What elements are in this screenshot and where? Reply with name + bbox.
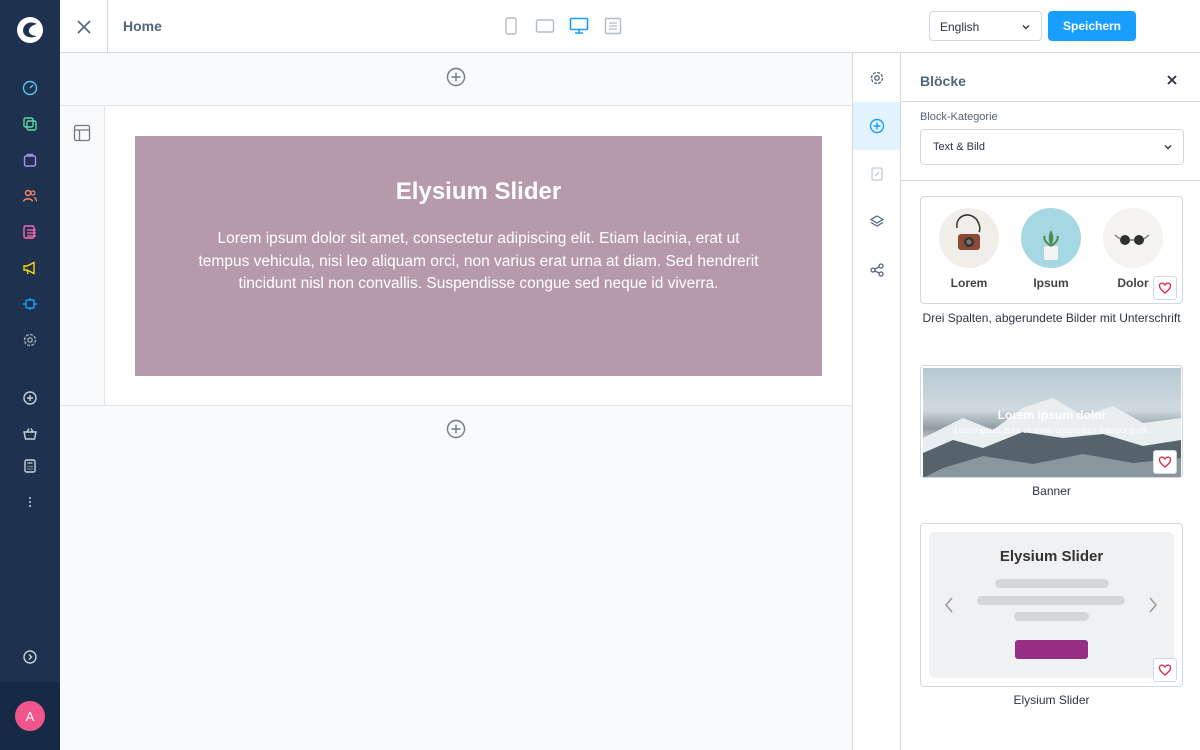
chevron-down-icon xyxy=(1164,145,1172,150)
text-placeholder xyxy=(977,596,1125,605)
divider xyxy=(901,101,1200,102)
sidebar-tabs xyxy=(852,53,901,750)
top-bar: Home English Speichern xyxy=(60,0,1200,53)
banner-text: Lorem ipsum dolor sit amet, consectetur … xyxy=(954,426,1150,435)
blocks-panel: Blöcke Block-Kategorie Text & Bild Lorem… xyxy=(901,53,1200,750)
heart-icon xyxy=(1158,456,1172,468)
shopware-logo-icon[interactable] xyxy=(15,15,45,45)
block-card-elysium-slider[interactable]: Elysium Slider xyxy=(920,523,1183,687)
editor-canvas: Elysium Slider Lorem ipsum dolor sit ame… xyxy=(60,53,852,750)
heart-icon xyxy=(1158,664,1172,676)
layers-icon xyxy=(869,215,884,227)
banner-title: Lorem ipsum dolor xyxy=(997,408,1107,422)
elysium-slider-block[interactable]: Elysium Slider Lorem ipsum dolor sit ame… xyxy=(135,136,822,376)
favorite-button[interactable] xyxy=(1153,450,1177,474)
close-icon xyxy=(76,19,91,34)
add-circle-icon xyxy=(869,118,884,134)
close-editor-button[interactable] xyxy=(60,0,108,53)
tab-page-config[interactable] xyxy=(853,150,900,198)
plant-image xyxy=(1021,208,1081,268)
settings-icon[interactable] xyxy=(18,328,42,352)
extensions-icon[interactable] xyxy=(18,292,42,316)
tab-navigator[interactable] xyxy=(853,198,900,246)
tablet-view-icon[interactable] xyxy=(534,15,556,37)
block-label: Drei Spalten, abgerundete Bilder mit Unt… xyxy=(922,311,1181,325)
marketing-icon[interactable] xyxy=(18,256,42,280)
favorite-button[interactable] xyxy=(1153,658,1177,682)
block-label: Elysium Slider xyxy=(1013,693,1090,707)
catalog-icon[interactable] xyxy=(18,112,42,136)
chevron-down-icon xyxy=(1022,25,1030,30)
add-section-bottom-icon[interactable] xyxy=(446,419,466,439)
sunglasses-image xyxy=(1103,208,1163,268)
add-section-top-icon[interactable] xyxy=(446,67,466,87)
chevron-right-icon xyxy=(1149,597,1157,613)
slider-title: Elysium Slider xyxy=(395,178,562,205)
device-switcher xyxy=(500,15,624,37)
dashboard-icon[interactable] xyxy=(18,76,42,100)
desktop-view-icon[interactable] xyxy=(568,15,590,37)
user-avatar[interactable]: A xyxy=(15,701,45,731)
category-select[interactable]: Text & Bild xyxy=(920,129,1184,165)
form-view-icon[interactable] xyxy=(602,15,624,37)
category-value: Text & Bild xyxy=(933,141,985,153)
block-card-banner[interactable]: Lorem ipsum dolor Lorem ipsum dolor sit … xyxy=(920,365,1183,478)
heart-icon xyxy=(1158,282,1172,294)
preview-title: Elysium Slider xyxy=(999,548,1104,565)
basket-icon[interactable] xyxy=(18,422,42,446)
favorite-button[interactable] xyxy=(1153,276,1177,300)
tab-layout-assignment[interactable] xyxy=(853,246,900,294)
tab-blocks[interactable] xyxy=(853,102,900,150)
tab-settings[interactable] xyxy=(853,54,900,102)
share-icon xyxy=(869,263,884,277)
save-button[interactable]: Speichern xyxy=(1048,11,1136,41)
language-select[interactable]: English xyxy=(929,11,1042,41)
layout-icon[interactable] xyxy=(73,124,91,147)
slider-preview: Elysium Slider xyxy=(929,532,1174,678)
category-label: Block-Kategorie xyxy=(920,111,998,123)
slider-text: Lorem ipsum dolor sit amet, consectetur … xyxy=(198,230,759,292)
section-divider xyxy=(60,405,852,406)
customers-icon[interactable] xyxy=(18,184,42,208)
language-value: English xyxy=(940,20,980,34)
block-label: Banner xyxy=(1032,484,1071,498)
more-icon[interactable] xyxy=(18,490,42,514)
calculator-icon[interactable] xyxy=(18,454,42,478)
panel-title: Blöcke xyxy=(920,73,966,89)
column-label: Ipsum xyxy=(1033,276,1069,290)
text-placeholder xyxy=(995,579,1109,588)
close-icon xyxy=(1167,75,1177,85)
section-main: Elysium Slider Lorem ipsum dolor sit ame… xyxy=(105,106,852,405)
mobile-view-icon[interactable] xyxy=(500,15,522,37)
gear-icon xyxy=(870,71,883,85)
content-icon[interactable] xyxy=(18,220,42,244)
column-label: Lorem xyxy=(950,276,988,290)
main-navigation: A xyxy=(0,0,60,750)
document-edit-icon xyxy=(870,167,883,181)
collapse-menu-icon[interactable] xyxy=(18,645,42,669)
chevron-left-icon xyxy=(945,597,953,613)
add-circle-icon[interactable] xyxy=(18,386,42,410)
mountain-banner-image: Lorem ipsum dolor Lorem ipsum dolor sit … xyxy=(923,368,1181,477)
block-card-three-columns[interactable]: Lorem Ipsum Dolor xyxy=(920,196,1183,304)
close-panel-button[interactable] xyxy=(1166,73,1178,91)
orders-icon[interactable] xyxy=(18,148,42,172)
divider xyxy=(901,180,1200,181)
page-title: Home xyxy=(123,18,162,34)
section-sidebar xyxy=(60,106,105,405)
camera-image xyxy=(939,208,999,268)
text-placeholder xyxy=(1014,612,1089,621)
button-placeholder xyxy=(1015,640,1088,659)
